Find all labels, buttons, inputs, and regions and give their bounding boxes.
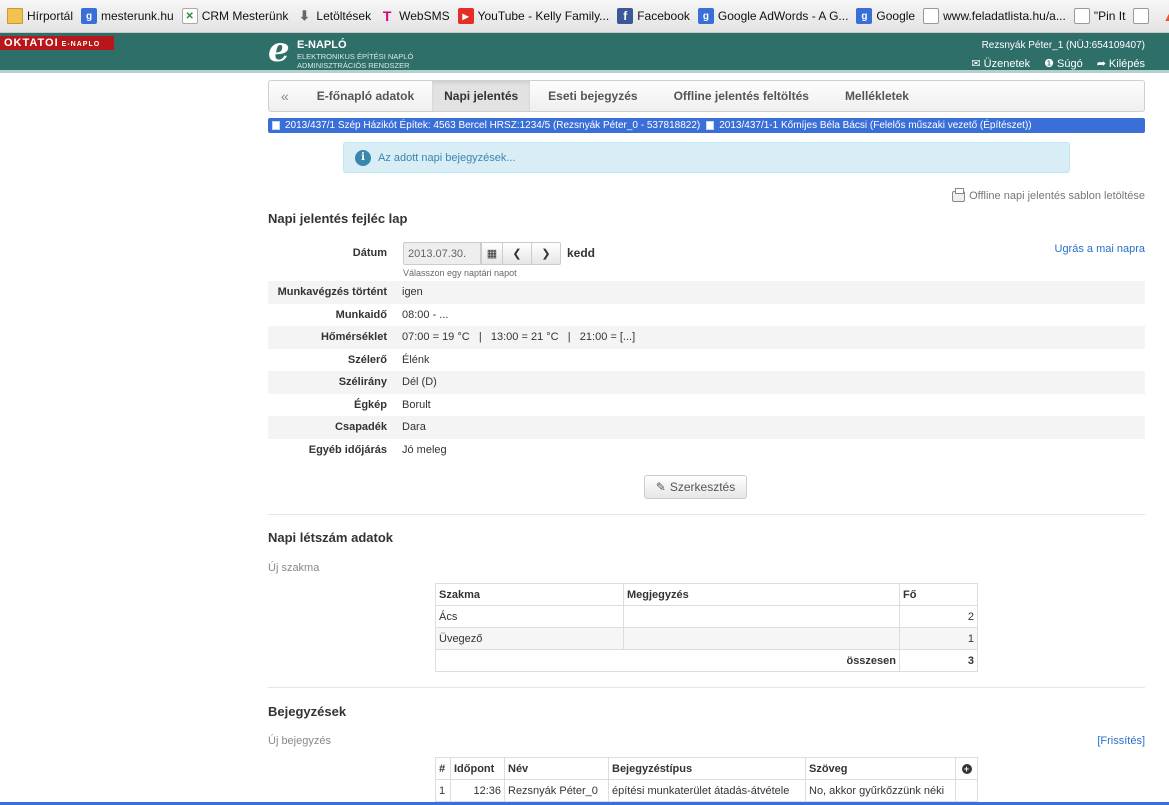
section-title-header: Napi jelentés fejléc lap [268,211,408,226]
field-row: Csapadék Dara [268,416,1145,439]
bookmark-pinit[interactable]: "Pin It [1071,5,1131,27]
day-name: kedd [567,246,596,260]
table-row[interactable]: Üvegező 1 [435,627,978,650]
bookmark-mesterunk[interactable]: g mesterunk.hu [78,5,179,27]
date-input[interactable]: 2013.07.30. [403,242,481,265]
prev-day-button[interactable]: ❮ [502,242,532,265]
offline-template-link[interactable]: Offline napi jelentés sablon letöltése [952,187,1145,202]
date-row: Dátum 2013.07.30. ▦ ❮ ❯ kedd Válasszon e… [268,242,1146,278]
tab-napi-jelentes[interactable]: Napi jelentés [432,81,531,111]
chevron-left-icon: ❮ [512,248,522,260]
chevron-right-icon: ❯ [541,248,551,260]
date-label: Dátum [352,247,387,259]
logo-subtitle: ELEKTRONIKUS ÉPÍTÉSI NAPLÓ ADMINISZTRÁCI… [297,52,414,70]
table-row[interactable]: Ács 2 [435,605,978,628]
page-icon [1073,8,1090,24]
new-trade-link[interactable]: Új szakma [268,562,319,574]
envelope-icon: ✉ [971,58,981,70]
facebook-icon: f [617,8,634,24]
entries-table: # Időpont Név Bejegyzéstípus Szöveg + 1 … [435,757,978,802]
pencil-icon: ✎ [655,480,666,494]
section-title-headcount: Napi létszám adatok [268,530,393,545]
tab-back[interactable]: « [269,81,299,111]
refresh-link[interactable]: [Frissítés] [1097,735,1145,747]
table-total-row: összesen 3 [435,649,978,672]
google-icon: g [81,8,98,24]
extension-button-2[interactable]: ▲ [1158,5,1169,27]
field-row: Szélerő Élénk [347,353,430,366]
bookmark-youtube[interactable]: ▶ YouTube - Kelly Family... [455,5,615,27]
document-icon [706,121,715,130]
new-entry-link[interactable]: Új bejegyzés [268,735,331,747]
google-icon: g [697,8,714,24]
field-row: Égkép Borult [353,398,431,411]
document-icon [272,121,280,130]
table-header: # Időpont Név Bejegyzéstípus Szöveg + [435,757,978,780]
tab-mellekletek[interactable]: Mellékletek [827,81,927,111]
tab-efonaplo[interactable]: E-főnapló adatok [299,81,432,111]
extension-button[interactable] [1130,5,1158,27]
bookmark-crm[interactable]: ✕ CRM Mesterünk [179,5,294,27]
page-icon [923,8,940,24]
bookmark-google[interactable]: g Google [853,5,920,27]
bookmark-letoltesek[interactable]: ⬇ Letöltések [293,5,376,27]
calendar-button[interactable]: ▦ [481,242,503,265]
crm-icon: ✕ [181,8,198,24]
table-header: Szakma Megjegyzés Fő [435,583,978,606]
bookmark-facebook[interactable]: f Facebook [614,5,695,27]
extension-icon [1133,8,1150,24]
project-link[interactable]: 2013/437/1 Szép Házikót Építek: 4563 Ber… [285,120,700,131]
field-row: Szélirány Dél (D) [268,371,1145,394]
user-info[interactable]: Rezsnyák Péter_1 (NÜJ:654109407) [982,40,1145,51]
logo-icon[interactable]: e [268,30,290,70]
section-title-entries: Bejegyzések [268,704,347,719]
subproject-link[interactable]: 2013/437/1-1 Kőmíjes Béla Bácsi (Felelős… [719,120,1031,131]
next-day-button[interactable]: ❯ [531,242,561,265]
bookmark-feladatlista[interactable]: www.feladatlista.hu/a... [920,5,1071,27]
app-header: OKTATOI E-NAPLO e E-NAPLÓ ELEKTRONIKUS ÉP… [0,30,1169,73]
field-row: Munkavégzés történt igen [268,281,1145,304]
divider [268,687,1145,688]
divider [268,514,1145,515]
oktatoi-badge: OKTATOI E-NAPLO [0,36,114,50]
report-fields: Munkavégzés történt igen Munkaidő 08:00 - … [268,281,1145,461]
bookmark-hirportal[interactable]: Hírportál [4,5,78,27]
calendar-icon: ▦ [486,248,498,260]
table-row[interactable]: 1 12:36 Rezsnyák Péter_0 építési munkate… [435,779,978,802]
info-alert: i Az adott napi bejegyzések... [343,142,1070,173]
download-icon: ⬇ [298,8,310,23]
main-tabs: « E-főnapló adatok Napi jelentés Eseti b… [268,80,1145,112]
google-icon: g [856,8,873,24]
field-row: Hőmérséklet 07:00 = 19 °C | 13:00 = 21 °C… [268,326,1145,349]
info-icon: ❶ [1044,58,1054,70]
logout-link[interactable]: ➦ Kilépés [1096,57,1145,71]
tab-offline-feltoltes[interactable]: Offline jelentés feltöltés [656,81,827,111]
bookmark-adwords[interactable]: g Google AdWords - A G... [695,5,854,27]
folder-icon [7,8,23,24]
share-arrow-icon: ➦ [1096,58,1106,70]
add-entry-button[interactable]: + [955,757,978,780]
messages-link[interactable]: ✉ Üzenetek [971,57,1030,71]
field-row: Egyéb időjárás Jó meleg [308,443,447,456]
info-icon: i [355,149,371,166]
plus-circle-icon: + [961,763,972,774]
youtube-icon: ▶ [457,8,474,24]
field-row: Munkaidő 08:00 - ... [335,308,449,321]
help-link[interactable]: ❶ Súgó [1044,57,1083,71]
project-breadcrumb: 2013/437/1 Szép Házikót Építek: 4563 Ber… [268,118,1145,133]
tab-eseti-bejegyzes[interactable]: Eseti bejegyzés [530,81,655,111]
date-help-text: Válasszon egy naptári napot [403,268,517,278]
pdf-icon: ▲ [1161,8,1169,24]
edit-button[interactable]: ✎ Szerkesztés [644,475,747,499]
jump-today-link[interactable]: Ugrás a mai napra [1055,243,1146,255]
headcount-table: Szakma Megjegyzés Fő Ács 2 Üvegező 1 öss… [435,583,978,672]
tmobile-icon: T [382,8,392,24]
bookmarks-bar: Hírportál g mesterunk.hu ✕ CRM Mesterünk ⬇… [0,0,1169,33]
logo-title: E-NAPLÓ [297,39,347,51]
header-links: ✉ Üzenetek ❶ Súgó ➦ Kilépés [971,57,1145,71]
printer-icon [952,187,966,202]
bookmark-websms[interactable]: T WebSMS [376,5,454,27]
